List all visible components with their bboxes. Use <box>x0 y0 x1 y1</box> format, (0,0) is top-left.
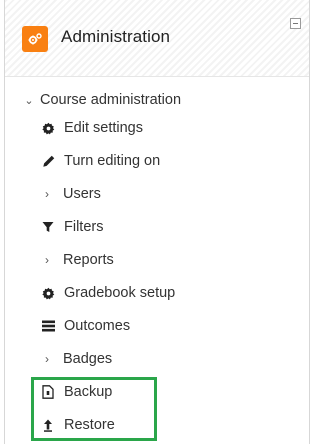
chevron-right-icon: › <box>45 253 49 267</box>
list-icon <box>41 319 55 333</box>
block-header: Administration <box>5 0 309 77</box>
tree-item-label: Users <box>63 186 101 202</box>
chevron-down-icon: ⌄ <box>24 94 34 107</box>
tree-item-filters[interactable]: Filters <box>41 215 103 239</box>
collapse-block-icon[interactable] <box>290 18 301 29</box>
tree-item-label: Badges <box>63 351 113 367</box>
gear-icon <box>41 121 55 135</box>
tree-item-gradebook-setup[interactable]: Gradebook setup <box>41 281 175 305</box>
tree-item-label: Turn editing on <box>64 153 161 169</box>
tree-item-turn-editing-on[interactable]: Turn editing on <box>41 149 160 173</box>
tree-item-label: Outcomes <box>64 318 131 334</box>
tree-item-reports[interactable]: › Reports <box>41 248 114 272</box>
tree-item-label: Reports <box>63 252 114 268</box>
tree-item-users[interactable]: › Users <box>41 182 101 206</box>
backup-restore-highlight <box>31 377 157 441</box>
chevron-right-icon: › <box>45 187 49 201</box>
tree-item-label: Gradebook setup <box>64 285 176 301</box>
block-title: Administration <box>61 27 171 46</box>
tree-node-course-administration[interactable]: ⌄ Course administration <box>24 88 181 112</box>
tree-item-outcomes[interactable]: Outcomes <box>41 314 130 338</box>
chevron-right-icon: › <box>45 352 49 366</box>
tree-item-label: Edit settings <box>64 120 143 136</box>
cogs-icon <box>22 26 48 52</box>
tree-item-badges[interactable]: › Badges <box>41 347 112 371</box>
tree-node-label: Course administration <box>40 92 182 108</box>
gear-icon <box>41 286 55 300</box>
tree-item-label: Filters <box>64 219 104 235</box>
tree-item-edit-settings[interactable]: Edit settings <box>41 116 143 140</box>
pencil-icon <box>41 154 55 168</box>
filter-icon <box>41 220 55 234</box>
